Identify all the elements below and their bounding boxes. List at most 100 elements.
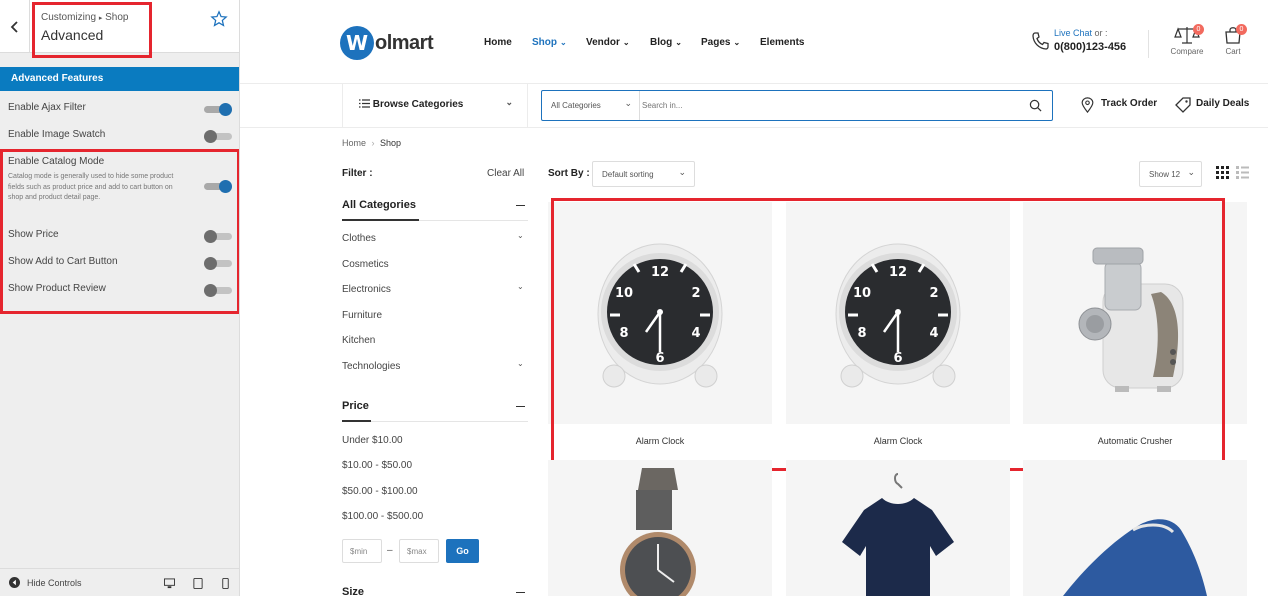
shop-breadcrumb: Home › Shop: [342, 138, 401, 148]
mobile-preview-icon[interactable]: [222, 578, 229, 589]
option-label-ajax-filter: Enable Ajax Filter: [8, 102, 86, 113]
toggle-image-swatch[interactable]: [204, 130, 232, 143]
collapse-minus-icon[interactable]: [516, 406, 525, 407]
sort-by-label: Sort By :: [548, 168, 590, 179]
sort-select[interactable]: Default sorting ⌄: [592, 161, 695, 187]
chevron-down-icon[interactable]: ⌄: [517, 282, 524, 291]
section-advanced-features[interactable]: Advanced Features: [0, 67, 239, 91]
cart-label: Cart: [1225, 47, 1241, 56]
track-order-link[interactable]: Track Order: [1101, 98, 1157, 109]
search-category-value: All Categories: [551, 101, 601, 110]
menu-lines-icon: [359, 99, 370, 108]
category-item-furniture[interactable]: Furniture: [342, 310, 382, 321]
grid-view-icon[interactable]: [1216, 166, 1229, 179]
nav-pages[interactable]: Pages ⌄: [701, 37, 740, 48]
search-form: All Categories ⌄: [541, 90, 1053, 121]
price-range-dash: –: [387, 545, 393, 556]
chevron-down-icon: ⌄: [624, 98, 632, 108]
chevron-down-icon[interactable]: ⌄: [517, 359, 524, 368]
phone-icon: [1032, 32, 1049, 50]
categories-heading[interactable]: All Categories: [342, 199, 416, 211]
highlight-box-catalog-options: [0, 149, 239, 314]
collapse-arrow-icon: [9, 577, 20, 588]
chevron-down-icon: ⌄: [560, 38, 567, 47]
cart-button[interactable]: Cart 0: [1220, 24, 1247, 56]
price-heading[interactable]: Price: [342, 400, 369, 412]
breadcrumb-separator: ›: [371, 138, 375, 148]
customizer-footer: Hide Controls: [0, 568, 239, 596]
store-header: W olmart Home Shop ⌄ Vendor ⌄ Blog ⌄ Pages ⌄…: [240, 0, 1268, 84]
back-button[interactable]: [0, 0, 30, 53]
product-image-sneaker: [1063, 519, 1207, 596]
nav-home[interactable]: Home: [484, 37, 512, 48]
nav-shop[interactable]: Shop ⌄: [532, 37, 567, 48]
category-item-technologies[interactable]: Technologies: [342, 361, 400, 372]
max-price-input[interactable]: $max: [399, 539, 439, 563]
show-count-select[interactable]: Show 12 ⌄: [1139, 161, 1202, 187]
phone-number[interactable]: 0(800)123-456: [1054, 41, 1126, 53]
option-label-image-swatch: Enable Image Swatch: [8, 129, 106, 140]
category-item-electronics[interactable]: Electronics: [342, 284, 391, 295]
live-chat-suffix: or :: [1094, 28, 1108, 38]
price-go-button[interactable]: Go: [446, 539, 479, 563]
live-chat-link[interactable]: Live Chat or :: [1054, 28, 1108, 38]
heading-underline: [342, 219, 419, 221]
list-view-icon[interactable]: [1236, 166, 1249, 179]
store-logo[interactable]: W olmart: [340, 26, 434, 60]
filter-label: Filter :: [342, 168, 373, 179]
category-item-cosmetics[interactable]: Cosmetics: [342, 259, 389, 270]
hide-controls-button[interactable]: Hide Controls: [9, 577, 82, 588]
price-range-item[interactable]: $10.00 - $50.00: [342, 460, 412, 471]
price-range-item[interactable]: Under $10.00: [342, 435, 403, 446]
nav-blog-label: Blog: [650, 37, 673, 48]
header-divider: [1148, 30, 1149, 58]
category-item-clothes[interactable]: Clothes: [342, 233, 376, 244]
nav-elements[interactable]: Elements: [760, 37, 804, 48]
min-price-input[interactable]: $min: [342, 539, 382, 563]
cart-count-badge: 0: [1236, 24, 1247, 35]
browse-categories-button[interactable]: Browse Categories ⌄: [342, 84, 528, 128]
location-pin-icon: [1081, 97, 1094, 113]
live-chat-label: Live Chat: [1054, 28, 1093, 38]
compare-count-badge: 0: [1193, 24, 1204, 35]
product-card-watch[interactable]: [548, 460, 772, 596]
star-icon[interactable]: [210, 10, 228, 28]
highlight-box-title: [32, 2, 152, 58]
category-item-kitchen[interactable]: Kitchen: [342, 335, 375, 346]
size-heading[interactable]: Size: [342, 586, 364, 596]
toggle-ajax-filter[interactable]: [204, 103, 232, 116]
product-image-watch: [620, 468, 696, 596]
product-card-tshirt[interactable]: [786, 460, 1010, 596]
chevron-down-icon: ⌄: [622, 38, 630, 47]
price-range-item[interactable]: $50.00 - $100.00: [342, 486, 418, 497]
desktop-preview-icon[interactable]: [164, 578, 175, 589]
chevron-down-icon: ⌄: [505, 97, 513, 107]
chevron-left-icon: [10, 20, 18, 33]
browse-categories-label: Browse Categories: [372, 99, 464, 110]
sort-value: Default sorting: [602, 170, 654, 179]
collapse-minus-icon[interactable]: [516, 592, 525, 593]
chevron-down-icon: ⌄: [733, 38, 741, 47]
breadcrumb-home[interactable]: Home: [342, 138, 366, 148]
heading-underline: [342, 420, 371, 422]
search-input[interactable]: [642, 95, 1022, 115]
chevron-down-icon[interactable]: ⌄: [517, 231, 524, 240]
daily-deals-link[interactable]: Daily Deals: [1196, 98, 1249, 109]
collapse-minus-icon[interactable]: [516, 205, 525, 206]
nav-blog[interactable]: Blog ⌄: [650, 37, 682, 48]
nav-vendor[interactable]: Vendor ⌄: [586, 37, 630, 48]
logo-mark: W: [340, 26, 374, 60]
compare-label: Compare: [1170, 47, 1204, 56]
clear-all-link[interactable]: Clear All: [487, 168, 524, 179]
price-range-item[interactable]: $100.00 - $500.00: [342, 511, 423, 522]
chevron-down-icon: ⌄: [675, 38, 682, 47]
nav-elements-label: Elements: [760, 37, 805, 48]
tablet-preview-icon[interactable]: [193, 578, 203, 589]
compare-button[interactable]: Compare 0: [1167, 24, 1207, 56]
search-category-select[interactable]: All Categories ⌄: [542, 91, 640, 120]
product-card-sneaker[interactable]: [1023, 460, 1247, 596]
product-image-tshirt: [842, 473, 954, 596]
search-icon[interactable]: [1029, 99, 1042, 112]
nav-shop-label: Shop: [532, 37, 557, 48]
nav-home-label: Home: [484, 37, 512, 48]
